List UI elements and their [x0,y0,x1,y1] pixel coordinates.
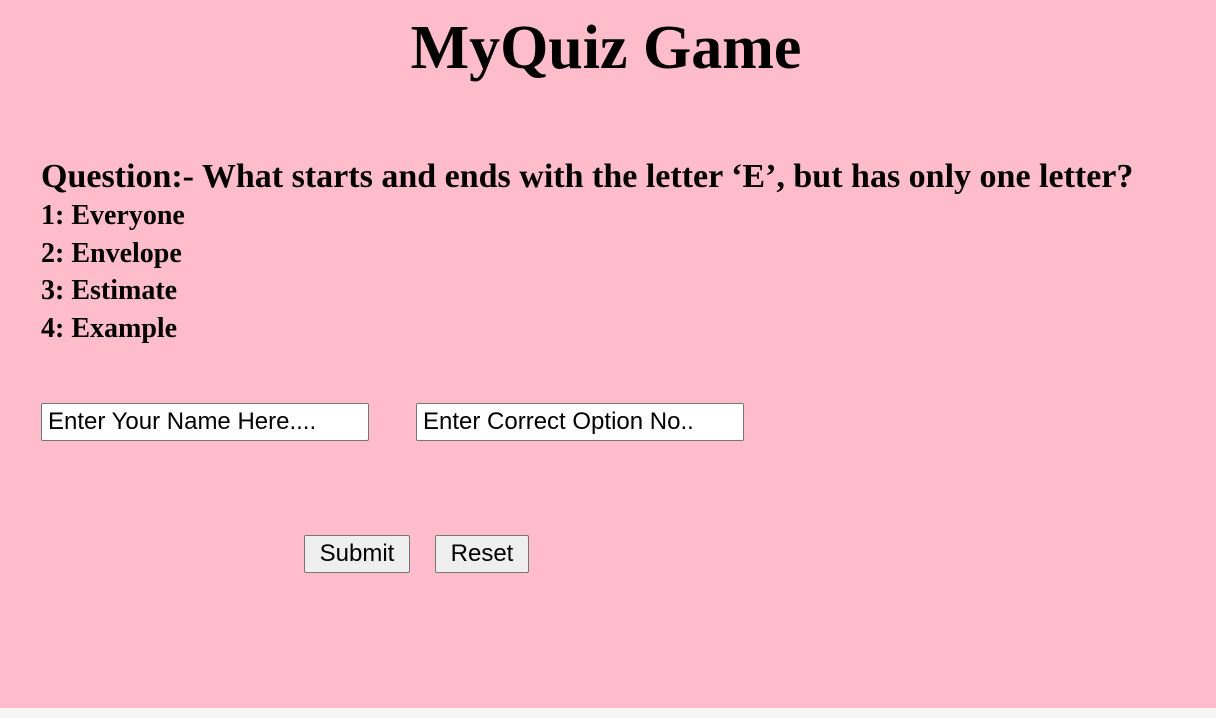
question-text: Question:- What starts and ends with the… [41,158,1134,195]
option-3: 3: Estimate [41,275,178,306]
option-1: 1: Everyone [41,200,185,231]
quiz-page: MyQuiz Game Question:- What starts and e… [0,0,1216,708]
page-title: MyQuiz Game [410,14,802,82]
option-2: 2: Envelope [41,238,182,269]
option-4: 4: Example [41,313,178,344]
name-input[interactable] [41,403,369,441]
option-number-input[interactable] [416,403,744,441]
reset-button[interactable]: Reset [435,535,529,573]
submit-button[interactable]: Submit [304,535,410,573]
